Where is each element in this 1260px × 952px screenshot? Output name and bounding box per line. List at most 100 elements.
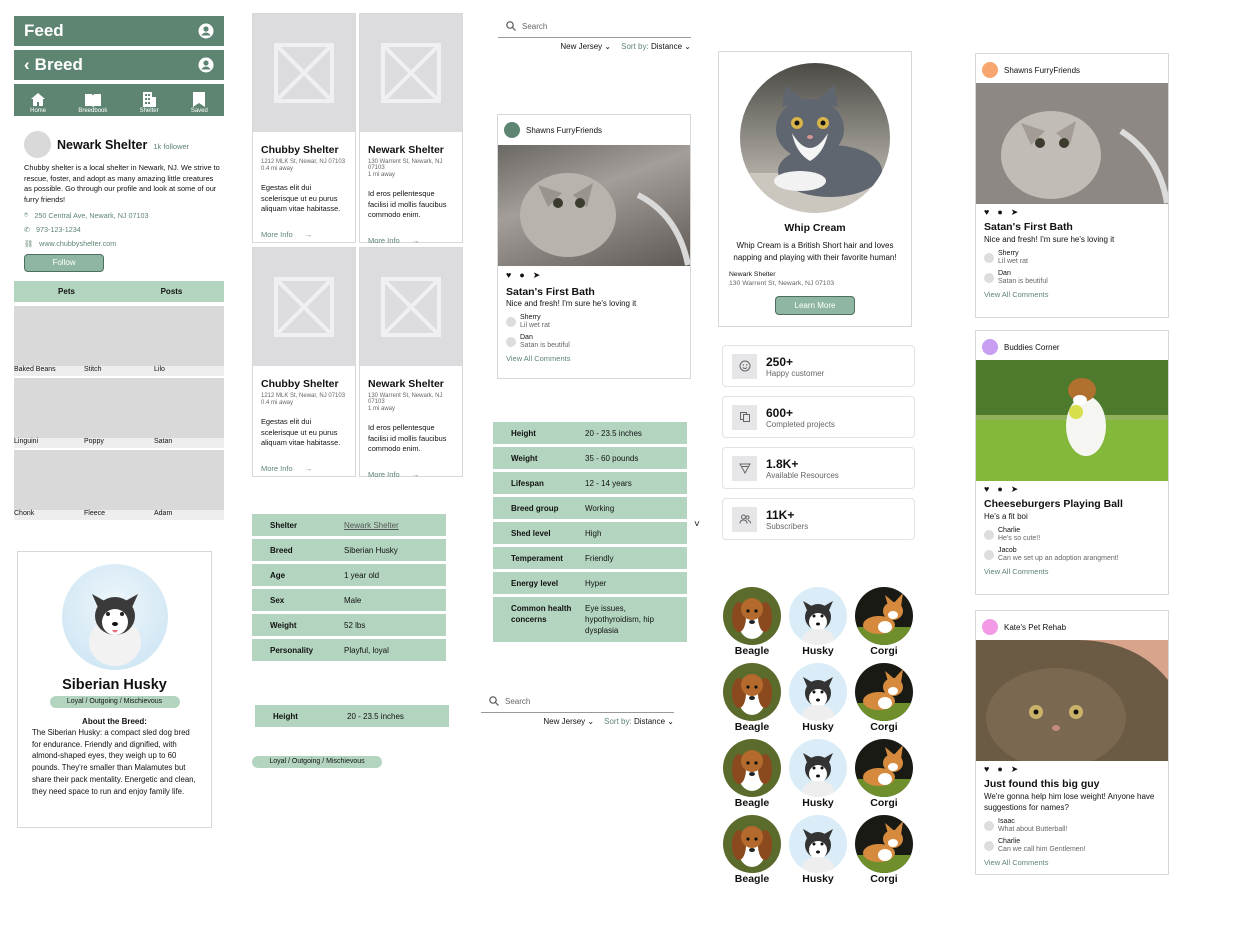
breed-photo [723, 587, 781, 645]
info-value: Eye issues, hypothyroidism, hip dysplasi… [585, 604, 654, 635]
post-user[interactable]: Shawns FurryFriends [1004, 66, 1080, 75]
follow-button[interactable]: Follow [24, 254, 104, 272]
comment-text: Lil wet rat [998, 258, 1028, 265]
breed-tile[interactable]: Corgi [853, 663, 915, 733]
arrow-right-icon[interactable]: → [412, 470, 420, 479]
nav-home[interactable]: Home [30, 92, 46, 114]
breed-name: Beagle [734, 721, 770, 733]
post-user[interactable]: Buddies Corner [1004, 343, 1060, 352]
pet-shelter[interactable]: Newark Shelter [729, 271, 901, 280]
more-info-link[interactable]: More Info [368, 470, 400, 479]
comment-icon[interactable]: ● [997, 207, 1002, 218]
info-value[interactable]: Newark Shelter [344, 521, 399, 530]
breed-info-row: Shed level High [493, 522, 687, 544]
comment-author: Dan [520, 334, 533, 341]
view-all-comments[interactable]: View All Comments [506, 354, 682, 363]
comment-icon[interactable]: ● [519, 270, 524, 281]
comment-icon[interactable]: ● [997, 484, 1002, 495]
pet-name[interactable]: Chonk [14, 510, 84, 520]
post-user[interactable]: Shawns FurryFriends [526, 126, 602, 135]
learn-more-button[interactable]: Learn More [775, 296, 855, 315]
pet-name[interactable]: Lilo [154, 366, 165, 376]
share-icon[interactable]: ➤ [1011, 484, 1019, 495]
view-all-comments[interactable]: View All Comments [984, 567, 1160, 576]
shelter-profile: Newark Shelter 1k follower Chubby shelte… [24, 131, 224, 272]
sort-dropdown[interactable]: Sort by: Distance ⌄ [621, 42, 691, 51]
share-icon[interactable]: ➤ [1011, 207, 1019, 218]
phone-link[interactable]: 973-123-1234 [36, 225, 81, 234]
sort-dropdown[interactable]: Sort by: Distance ⌄ [604, 717, 674, 726]
shelter-card[interactable]: Chubby Shelter 1212 MLK St, Newar, NJ 07… [252, 13, 356, 243]
breed-tile[interactable]: Beagle [721, 587, 783, 657]
pet-name[interactable]: Satan [154, 438, 172, 448]
profile-icon[interactable] [198, 57, 214, 73]
pet-name[interactable]: Stitch [84, 366, 154, 376]
arrow-right-icon[interactable]: → [305, 464, 313, 473]
arrow-right-icon[interactable]: → [305, 230, 313, 239]
breed-tile[interactable]: Husky [787, 663, 849, 733]
stat-card: 1.8K+ Available Resources [722, 447, 915, 489]
breed-tile[interactable]: Corgi [853, 815, 915, 885]
nav-breedbook[interactable]: Breedbook [78, 93, 107, 114]
info-key: Weight [270, 620, 297, 630]
address-link[interactable]: 250 Central Ave, Newark, NJ 07103 [34, 211, 148, 220]
share-icon[interactable]: ➤ [533, 270, 541, 281]
heart-icon[interactable]: ♥ [984, 764, 989, 775]
pet-name[interactable]: Fleece [84, 510, 154, 520]
profile-icon[interactable] [198, 23, 214, 39]
location-dropdown[interactable]: New Jersey ⌄ [560, 42, 611, 51]
avatar [24, 131, 51, 158]
comment: Sherry Lil wet rat [984, 250, 1160, 266]
pet-name[interactable]: Baked Beans [14, 366, 84, 376]
nav-label: Shelter [139, 108, 159, 114]
view-all-comments[interactable]: View All Comments [984, 858, 1160, 867]
pet-name[interactable]: Poppy [84, 438, 154, 448]
heart-icon[interactable]: ♥ [984, 207, 989, 218]
location-dropdown[interactable]: New Jersey ⌄ [543, 717, 594, 726]
heart-icon[interactable]: ♥ [984, 484, 989, 495]
search-input[interactable]: Search [498, 18, 691, 38]
view-all-comments[interactable]: View All Comments [984, 290, 1160, 299]
back-chevron-icon[interactable]: ‹ [24, 55, 30, 75]
chevron-down-icon[interactable]: ˅ [694, 519, 700, 530]
shelter-card[interactable]: Newark Shelter 130 Warrent St, Newark, N… [359, 13, 463, 245]
breed-tile[interactable]: Husky [787, 587, 849, 657]
husky-card: Siberian Husky Loyal / Outgoing / Mischi… [17, 551, 212, 828]
search-bar-2: Search New Jersey ⌄ Sort by: Distance ⌄ [481, 693, 674, 726]
more-info-link[interactable]: More Info [368, 236, 400, 245]
breed-tile[interactable]: Husky [787, 815, 849, 885]
tab-posts[interactable]: Posts [119, 281, 224, 302]
breed-name: Husky [802, 645, 834, 657]
breed-tile[interactable]: Beagle [721, 815, 783, 885]
shelter-card[interactable]: Chubby Shelter 1212 MLK St, Newar, NJ 07… [252, 247, 356, 477]
breed-photo [723, 815, 781, 873]
heart-icon[interactable]: ♥ [506, 270, 511, 281]
post-actions: ♥ ● ➤ [506, 270, 682, 281]
breed-tile[interactable]: Husky [787, 739, 849, 809]
breed-tile[interactable]: Beagle [721, 663, 783, 733]
location-pin-icon: ⌾ [24, 210, 29, 219]
website-link[interactable]: www.chubbyshelter.com [39, 239, 116, 248]
pet-name[interactable]: Linguini [14, 438, 84, 448]
breed-tile[interactable]: Corgi [853, 739, 915, 809]
shelter-name: Chubby Shelter [261, 144, 339, 156]
more-info-link[interactable]: More Info [261, 230, 293, 239]
search-input[interactable]: Search [481, 693, 674, 713]
breed-tile[interactable]: Beagle [721, 739, 783, 809]
breed-photo [789, 815, 847, 873]
post-actions: ♥ ● ➤ [984, 207, 1160, 218]
comment-text: Can we set up an adoption arangment! [998, 555, 1119, 562]
more-info-link[interactable]: More Info [261, 464, 293, 473]
nav-saved[interactable]: Saved [191, 91, 208, 114]
post-card: Buddies Corner ♥ ● ➤ Cheeseburgers Playing… [975, 330, 1169, 595]
post-user[interactable]: Kate's Pet Rehab [1004, 623, 1066, 632]
comment-icon[interactable]: ● [997, 764, 1002, 775]
tab-pets[interactable]: Pets [14, 281, 119, 302]
info-key: Lifespan [511, 478, 544, 488]
pet-name[interactable]: Adam [154, 510, 172, 520]
breed-tile[interactable]: Corgi [853, 587, 915, 657]
nav-shelter[interactable]: Shelter [140, 91, 159, 114]
shelter-card[interactable]: Newark Shelter 130 Warrent St, Newark, N… [359, 247, 463, 479]
arrow-right-icon[interactable]: → [412, 236, 420, 245]
share-icon[interactable]: ➤ [1011, 764, 1019, 775]
